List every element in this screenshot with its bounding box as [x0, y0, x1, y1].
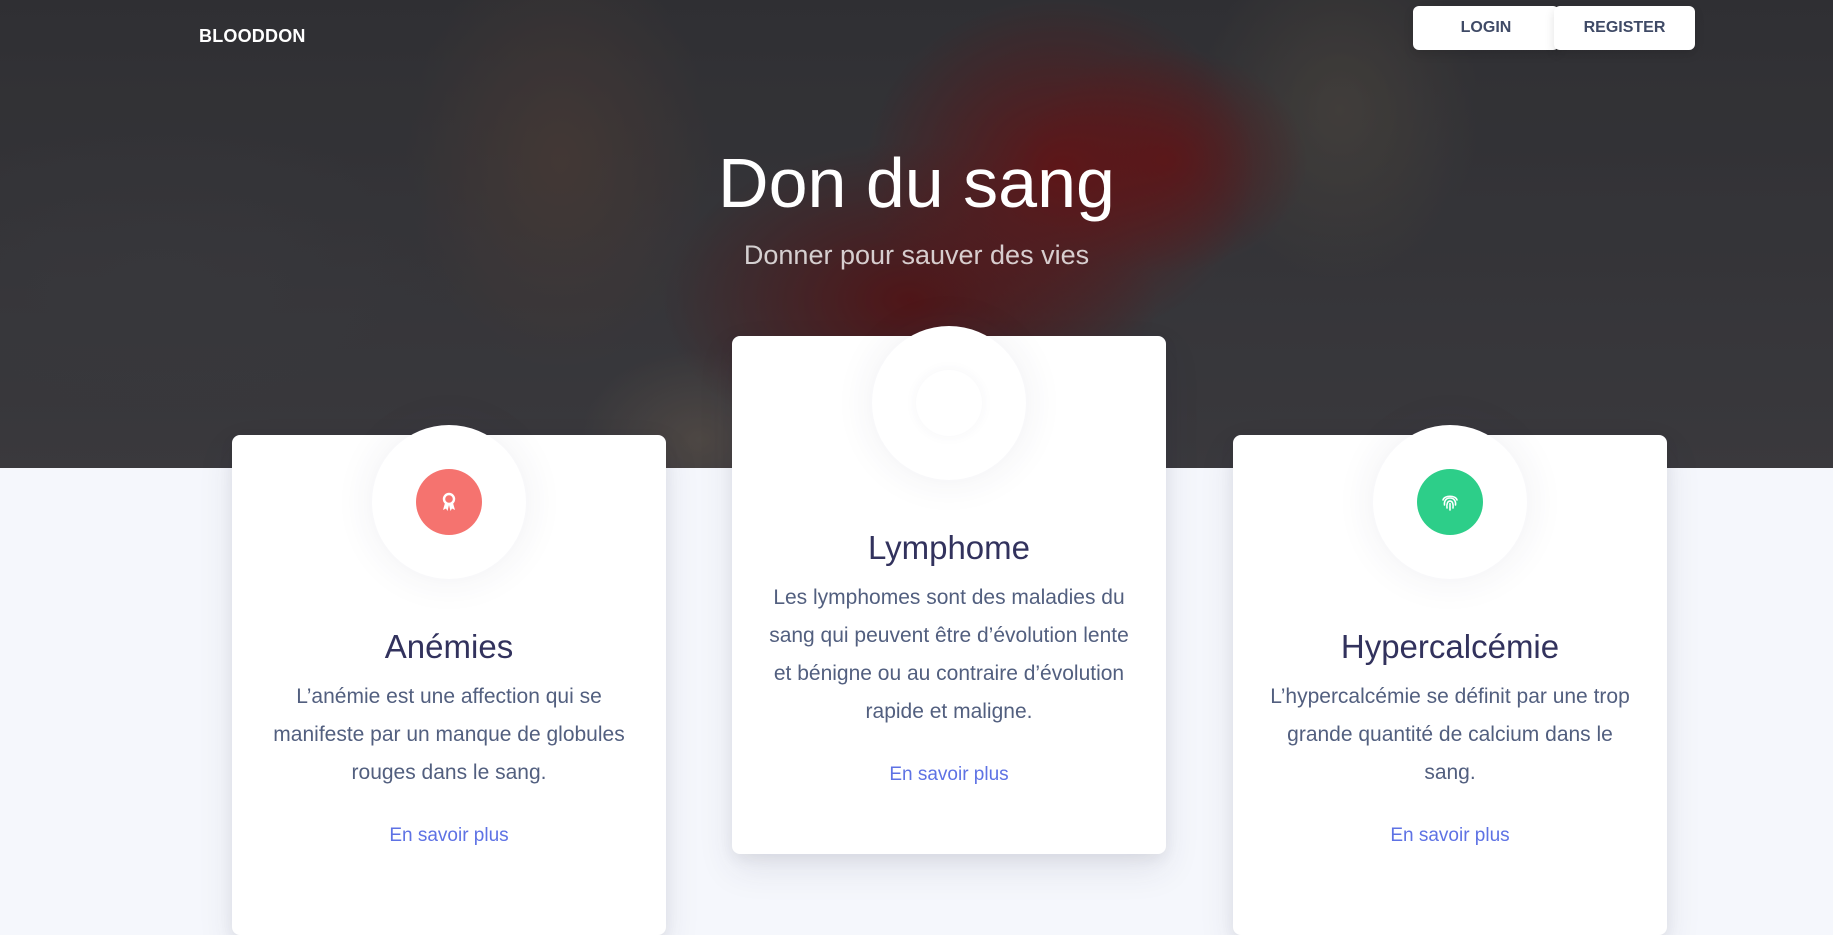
card-anemies: Anémies L’anémie est une affection qui s… [232, 425, 666, 935]
register-button[interactable]: REGISTER [1554, 6, 1695, 50]
card-title: Lymphome [867, 529, 1031, 566]
hero-title: Don du sang [718, 144, 1115, 222]
card-description: L’hypercalcémie se définit par une trop … [1270, 685, 1630, 784]
hero-subtitle: Donner pour sauver des vies [743, 240, 1090, 270]
card-title: Anémies [384, 628, 514, 665]
icon-halo [372, 425, 526, 579]
brand-logo[interactable]: BLOODDON [199, 26, 306, 47]
card-description: L’anémie est une affection qui se manife… [273, 685, 625, 784]
login-button[interactable]: LOGIN [1413, 6, 1559, 50]
card-hypercalcemie: Hypercalcémie L’hypercalcémie se définit… [1233, 425, 1667, 935]
learn-more-link[interactable]: En savoir plus [732, 764, 1166, 786]
learn-more-link[interactable]: En savoir plus [232, 825, 666, 847]
icon-halo [872, 326, 1026, 480]
card-description: Les lymphomes sont des maladies du sang … [769, 586, 1129, 723]
award-icon [416, 469, 482, 535]
top-navbar: BLOODDON LOGIN REGISTER [0, 0, 1833, 72]
icon-halo [1373, 425, 1527, 579]
card-lymphome: Lymphome Les lymphomes sont des maladies… [732, 326, 1166, 854]
fingerprint-icon [1417, 469, 1483, 535]
card-title: Hypercalcémie [1340, 628, 1560, 665]
blank-icon [916, 370, 982, 436]
learn-more-link[interactable]: En savoir plus [1233, 825, 1667, 847]
